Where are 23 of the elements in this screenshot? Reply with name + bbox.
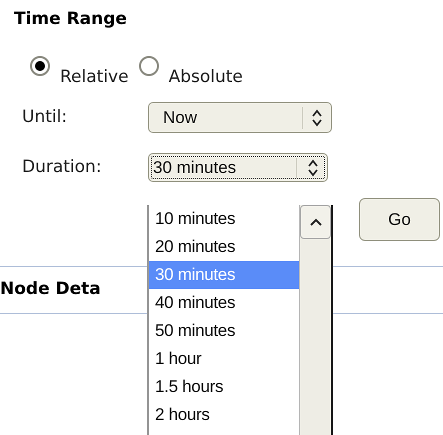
field-label: Duration: bbox=[22, 156, 103, 179]
dropdown-option[interactable]: 10 minutes bbox=[149, 205, 299, 233]
radio-button[interactable] bbox=[30, 56, 50, 76]
section-title: Node Deta bbox=[0, 278, 101, 302]
dropdown-option[interactable]: 1 hour bbox=[149, 345, 299, 373]
radio-label[interactable]: Absolute bbox=[168, 66, 243, 88]
duration-select[interactable]: 30 minutes bbox=[148, 153, 328, 182]
field-label: Until: bbox=[22, 106, 68, 129]
go-button[interactable]: Go bbox=[359, 198, 440, 241]
dropdown-option[interactable]: 1.5 hours bbox=[149, 373, 299, 401]
radio-button[interactable] bbox=[138, 56, 159, 76]
until-select[interactable]: Now bbox=[148, 102, 332, 133]
dropdown-option[interactable]: 50 minutes bbox=[149, 317, 299, 345]
up-down-arrows-icon bbox=[307, 158, 319, 176]
caret-up-icon bbox=[310, 218, 322, 226]
dropdown-option[interactable]: 40 minutes bbox=[149, 289, 299, 317]
section-title: Time Range bbox=[14, 8, 127, 30]
scrollbar[interactable] bbox=[299, 205, 331, 435]
scroll-up-button[interactable] bbox=[300, 205, 331, 239]
dropdown-option[interactable]: 20 minutes bbox=[149, 233, 299, 261]
radio-label[interactable]: Relative bbox=[60, 66, 129, 88]
dropdown-option[interactable]: 2 hours bbox=[149, 401, 299, 429]
up-down-arrows-icon bbox=[311, 108, 323, 126]
